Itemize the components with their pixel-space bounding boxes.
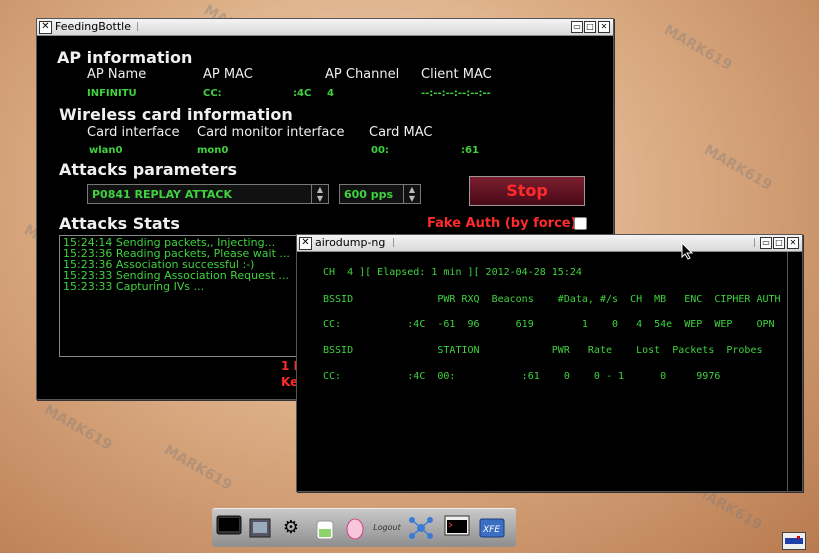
monitor-interface-label: Card monitor interface (197, 125, 345, 140)
ap-mac-value-right: :4C (293, 88, 312, 99)
ap-table-row: CC: :4C -61 96 619 1 0 4 54e WEP WEP OPN… (323, 319, 793, 330)
watermark: MARK619 (161, 442, 235, 494)
card-interface-label: Card interface (87, 125, 180, 140)
logout-icon[interactable]: Logout (372, 515, 402, 541)
ap-info-heading: AP information (57, 48, 193, 67)
terminal-window-icon[interactable] (444, 515, 470, 541)
terminal-output[interactable]: CH 4 ][ Elapsed: 1 min ][ 2012-04-28 15:… (297, 252, 802, 491)
card-info-heading: Wireless card information (59, 105, 293, 124)
ap-mac-value-left: CC: (203, 88, 222, 99)
ap-mac-label: AP MAC (203, 67, 253, 82)
scrollbar[interactable] (787, 252, 802, 491)
airodump-window: ✕ airodump-ng ▭ □ ✕ CH 4 ][ Elapsed: 1 m… (296, 234, 803, 492)
client-mac-value: --:--:--:--:--:-- (421, 88, 491, 99)
airodump-titlebar[interactable]: ✕ airodump-ng ▭ □ ✕ (297, 235, 802, 252)
attacks-stats-heading: Attacks Stats (59, 214, 180, 233)
ap-name-label: AP Name (87, 67, 147, 82)
attack-log: 15:24:14 Sending packets,, Injecting... … (59, 235, 303, 357)
status-line: CH 4 ][ Elapsed: 1 min ][ 2012-04-28 15:… (323, 267, 582, 278)
titlebar-grip (137, 22, 579, 31)
attacks-parameters-heading: Attacks parameters (59, 160, 238, 179)
log-line: 15:23:33 Capturing IVs ... (63, 280, 205, 293)
ap-name-value: INFINITU (87, 88, 137, 99)
station-table-row: CC: :4C 00: :61 0 0 - 1 0 9976 (323, 371, 721, 382)
settings-gears-icon[interactable]: ⚙ (278, 515, 304, 541)
xfe-label: XFE (483, 525, 501, 535)
monitor-interface-value: mon0 (197, 145, 229, 156)
baby-bottle-icon[interactable] (342, 515, 368, 541)
feedingbottle-icon[interactable] (312, 515, 338, 541)
network-icon[interactable] (408, 515, 434, 541)
client-mac-label: Client MAC (421, 67, 492, 82)
attack-type-value: P0841 REPLAY ATTACK (92, 188, 232, 201)
ap-channel-label: AP Channel (325, 67, 400, 82)
close-icon[interactable]: ✕ (598, 21, 610, 33)
ap-table-header: BSSID PWR RXQ Beacons #Data, #/s CH MB E… (323, 294, 793, 305)
xfe-file-manager-icon[interactable]: XFE (478, 515, 505, 541)
card-interface-value: wlan0 (89, 145, 123, 156)
close-icon[interactable]: ✕ (39, 21, 52, 34)
fake-auth-checkbox[interactable] (574, 217, 587, 230)
watermark: MARK619 (701, 142, 775, 194)
spin-arrows-icon[interactable]: ▲ ▼ (311, 185, 328, 203)
attack-type-select[interactable]: P0841 REPLAY ATTACK ▲ ▼ (87, 184, 329, 204)
card-mac-label: Card MAC (369, 125, 433, 140)
ap-channel-value: 4 (327, 88, 334, 99)
fake-auth-label: Fake Auth (by force) (427, 216, 577, 231)
maximize-icon[interactable]: □ (584, 21, 596, 33)
maximize-icon[interactable]: □ (773, 237, 785, 249)
window-title: airodump-ng (315, 236, 386, 249)
station-table-header: BSSID STATION PWR Rate Lost Packets Prob… (323, 345, 763, 356)
spin-arrows-icon[interactable]: ▲ ▼ (403, 185, 420, 203)
watermark: MARK619 (661, 22, 735, 74)
close-icon[interactable]: ✕ (299, 237, 312, 250)
application-dock: ⚙ Logout XFE (212, 508, 516, 547)
card-mac-value-left: 00: (371, 145, 389, 156)
mouse-pointer-icon (681, 241, 694, 264)
titlebar-grip (393, 238, 755, 247)
card-mac-value-right: :61 (461, 145, 479, 156)
stop-button[interactable]: Stop (469, 176, 585, 206)
screenshot-icon[interactable] (248, 515, 274, 541)
close-icon[interactable]: ✕ (787, 237, 799, 249)
window-title: FeedingBottle (55, 20, 131, 33)
iconify-icon[interactable]: ▭ (760, 237, 772, 249)
rate-value: 600 pps (344, 188, 394, 201)
watermark: MARK619 (41, 402, 115, 454)
feedingbottle-titlebar[interactable]: ✕ FeedingBottle ▭ □ ✕ (37, 19, 613, 36)
iconify-icon[interactable]: ▭ (571, 21, 583, 33)
tray-network-icon[interactable] (782, 532, 806, 550)
terminal-icon[interactable] (216, 515, 242, 541)
rate-select[interactable]: 600 pps ▲ ▼ (339, 184, 421, 204)
